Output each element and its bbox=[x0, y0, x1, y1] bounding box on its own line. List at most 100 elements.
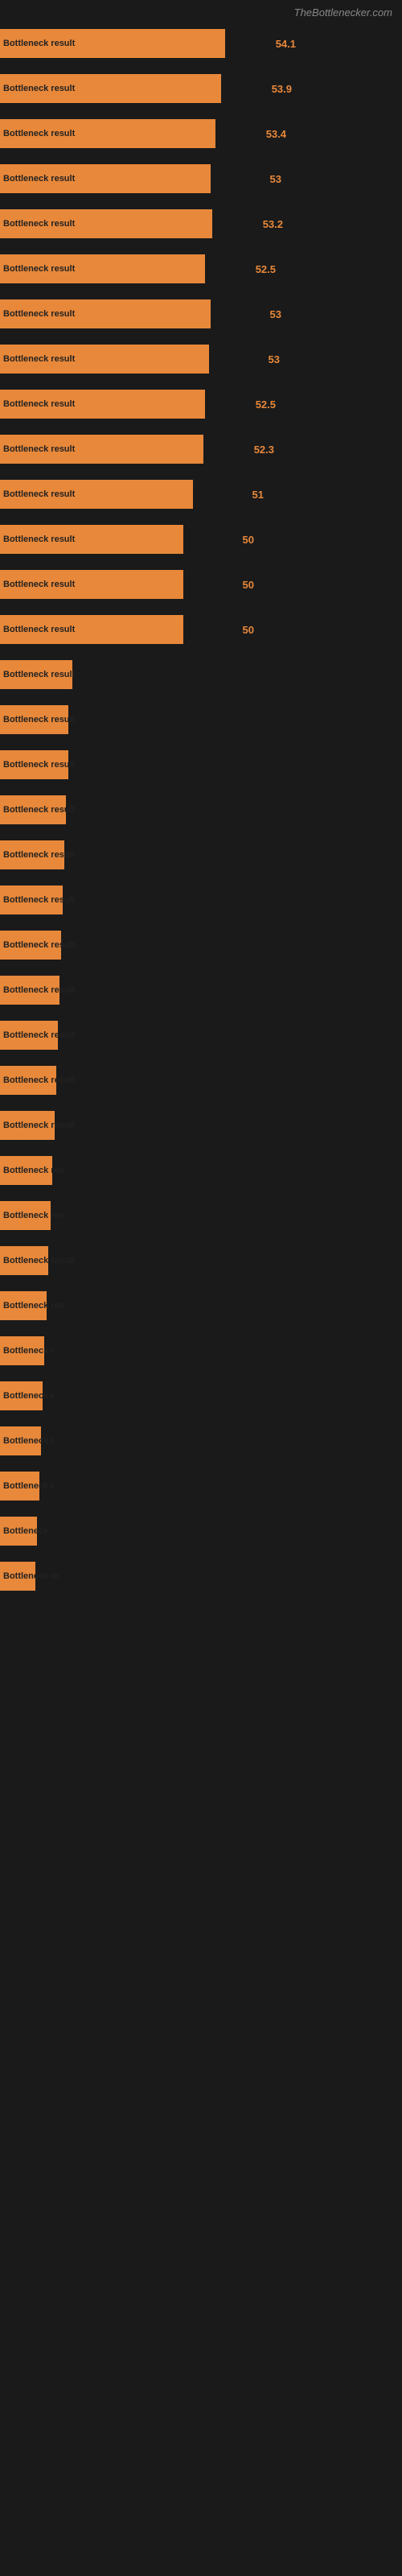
bar-row: Bottleneck result 50 bbox=[0, 563, 402, 608]
bar-label: Bottleneck result bbox=[3, 580, 75, 589]
bar-label: Bottleneck bbox=[3, 1526, 48, 1536]
bar-label: Bottleneck result bbox=[3, 174, 75, 184]
bar-item: Bottleneck result53 bbox=[0, 295, 402, 333]
bar-label: Bottleneck result bbox=[3, 489, 75, 499]
site-title: TheBottlenecker.com bbox=[0, 0, 402, 22]
bar-item: Bottleneck result 52.5 bbox=[0, 385, 402, 423]
bar-item: Bottleneck r bbox=[0, 1377, 402, 1415]
bar-item: Bottleneck result bbox=[0, 745, 402, 784]
bar-label: Bottleneck result bbox=[3, 760, 75, 770]
bar-label: Bottleneck re bbox=[3, 1571, 59, 1581]
bar-row: Bottleneck result bbox=[0, 743, 402, 788]
bar-item: Bottleneck result52.5 bbox=[0, 250, 402, 288]
bar-label: Bottleneck result bbox=[3, 399, 75, 409]
bar-label: Bottleneck r bbox=[3, 1436, 55, 1446]
bar-row: Bottleneck bbox=[0, 1509, 402, 1554]
bar-row: Bottleneck result53 bbox=[0, 292, 402, 337]
bar-row: Bottleneck result bbox=[0, 698, 402, 743]
bar-row: Bottleneck result 53 bbox=[0, 337, 402, 382]
bar-row: Bottleneck result 52.5 bbox=[0, 382, 402, 427]
bar-item: Bottleneck result bbox=[0, 1016, 402, 1055]
bar-item: Bottleneck result bbox=[0, 926, 402, 964]
bar-label: Bottleneck result bbox=[3, 39, 75, 48]
bar-row: Bottleneck res bbox=[0, 1149, 402, 1194]
bar-value: 50 bbox=[243, 579, 254, 591]
bar-item: Bottleneck res bbox=[0, 1196, 402, 1235]
bar-label: Bottleneck result bbox=[3, 354, 75, 364]
bar-row: Bottleneck re bbox=[0, 1554, 402, 1600]
bar-row: Bottleneck result 50 bbox=[0, 518, 402, 563]
bar-item: Bottleneck re bbox=[0, 1557, 402, 1596]
bar-label: Bottleneck result bbox=[3, 84, 75, 93]
bar-row: Bottleneck r bbox=[0, 1419, 402, 1464]
bar-row: Bottleneck res bbox=[0, 1284, 402, 1329]
bar-row: Bottleneck r bbox=[0, 1329, 402, 1374]
bar-label: Bottleneck result bbox=[3, 715, 75, 724]
header: TheBottlenecker.com bbox=[0, 0, 402, 22]
bar-item: Bottleneck result 53 bbox=[0, 159, 402, 198]
bar-row: Bottleneck res bbox=[0, 1194, 402, 1239]
bar-row: Bottleneck result bbox=[0, 833, 402, 878]
bar-label: Bottleneck result bbox=[3, 129, 75, 138]
bar-value: 53 bbox=[270, 173, 281, 185]
bar-label: Bottleneck result bbox=[3, 1256, 75, 1265]
bar-item: Bottleneck result bbox=[0, 791, 402, 829]
bar-row: Bottleneck result bbox=[0, 1239, 402, 1284]
bar-label: Bottleneck r bbox=[3, 1346, 55, 1356]
bar-label: Bottleneck result bbox=[3, 535, 75, 544]
bar-value: 52.3 bbox=[254, 444, 274, 456]
bar-label: Bottleneck result bbox=[3, 1030, 75, 1040]
bar-label: Bottleneck r bbox=[3, 1481, 55, 1491]
bar-label: Bottleneck result bbox=[3, 1075, 75, 1085]
bar-item: Bottleneck result bbox=[0, 1241, 402, 1280]
bar-item: Bottleneck r bbox=[0, 1467, 402, 1505]
bar-label: Bottleneck res bbox=[3, 1301, 64, 1311]
bar-item: Bottleneck bbox=[0, 1512, 402, 1550]
bar-row: Bottleneck result bbox=[0, 878, 402, 923]
bar-value: 50 bbox=[243, 534, 254, 546]
bar-value: 52.5 bbox=[256, 398, 276, 411]
bar-row: Bottleneck result52.3 bbox=[0, 427, 402, 473]
bar-item: Bottleneck result51 bbox=[0, 475, 402, 514]
bar-item: Bottleneck r bbox=[0, 1331, 402, 1370]
bar-value: 53.9 bbox=[272, 83, 292, 95]
bar-label: Bottleneck result bbox=[3, 1121, 75, 1130]
bar-row: Bottleneck result 53 bbox=[0, 157, 402, 202]
bar-label: Bottleneck result bbox=[3, 805, 75, 815]
bar-label: Bottleneck result bbox=[3, 985, 75, 995]
bar-item: Bottleneck result 53 bbox=[0, 340, 402, 378]
bar-value: 53.2 bbox=[263, 218, 283, 230]
bar-row: Bottleneck result 54.1 bbox=[0, 22, 402, 67]
bar-item: Bottleneck result bbox=[0, 700, 402, 739]
bar-value: 54.1 bbox=[276, 38, 296, 50]
bar-item: Bottleneck result bbox=[0, 881, 402, 919]
bar-row: Bottleneck result bbox=[0, 653, 402, 698]
bar-row: Bottleneck result 50 bbox=[0, 608, 402, 653]
bar-item: Bottleneck result bbox=[0, 836, 402, 874]
bar-row: Bottleneck result bbox=[0, 923, 402, 968]
bar-item: Bottleneck r bbox=[0, 1422, 402, 1460]
bar-item: Bottleneck result52.3 bbox=[0, 430, 402, 469]
bar-row: Bottleneck result52.5 bbox=[0, 247, 402, 292]
bar-label: Bottleneck res bbox=[3, 1166, 64, 1175]
bar-label: Bottleneck result bbox=[3, 940, 75, 950]
bar-value: 53.4 bbox=[266, 128, 286, 140]
bar-row: Bottleneck result51 bbox=[0, 473, 402, 518]
bar-label: Bottleneck result bbox=[3, 309, 75, 319]
bar-label: Bottleneck result bbox=[3, 625, 75, 634]
bar-row: Bottleneck result 53.4 bbox=[0, 112, 402, 157]
bar-item: Bottleneck result 54.1 bbox=[0, 24, 402, 63]
bar-label: Bottleneck r bbox=[3, 1391, 55, 1401]
bar-value: 52.5 bbox=[256, 263, 276, 275]
bars-container: Bottleneck result54.1Bottleneck result53… bbox=[0, 22, 402, 1600]
bar-value: 50 bbox=[243, 624, 254, 636]
bar-label: Bottleneck result bbox=[3, 670, 75, 679]
bar-item: Bottleneck res bbox=[0, 1286, 402, 1325]
bar-item: Bottleneck result bbox=[0, 1106, 402, 1145]
bar-item: Bottleneck result53.2 bbox=[0, 204, 402, 243]
bar-item: Bottleneck result bbox=[0, 1061, 402, 1100]
bar-value: 53 bbox=[269, 353, 280, 365]
bar-row: Bottleneck result bbox=[0, 1013, 402, 1059]
bar-row: Bottleneck result53.2 bbox=[0, 202, 402, 247]
bar-item: Bottleneck result 53.9 bbox=[0, 69, 402, 108]
